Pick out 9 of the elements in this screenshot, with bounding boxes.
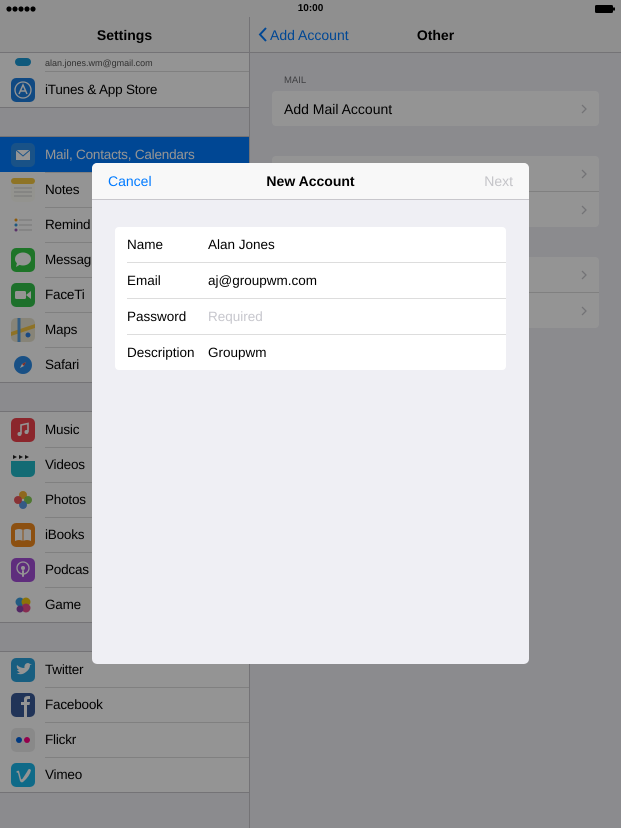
dialog-title: New Account <box>266 173 355 189</box>
section-header: MAIL <box>284 75 306 86</box>
page-title: Other <box>416 26 454 42</box>
status-time: 10:00 <box>298 3 324 14</box>
field-label: Description <box>127 345 196 360</box>
field-label: Password <box>127 309 188 324</box>
sidebar-title: Settings <box>96 26 152 42</box>
field-label: Email <box>127 273 162 288</box>
field-label: Name <box>127 237 164 252</box>
